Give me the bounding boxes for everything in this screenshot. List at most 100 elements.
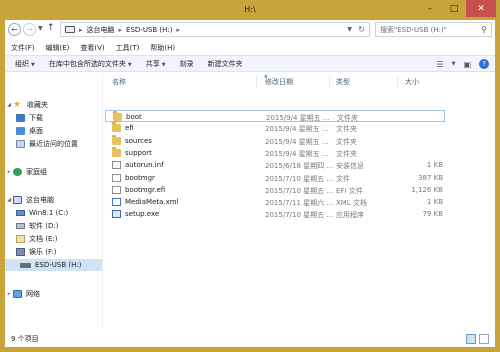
file-row[interactable]: setup.exe 2015/7/10 星期五 ... 应用程序 79 KB — [105, 208, 445, 220]
downloads-folder-icon — [16, 114, 25, 122]
explorer-window: ← → ▼ ↑ ▸ 这台电脑 ▸ ESD-USB (H:) ▸ ▼ ↻ 搜索"E… — [5, 20, 495, 347]
change-view-icon[interactable]: ☰ — [436, 60, 443, 69]
maximize-button[interactable]: □ — [442, 0, 466, 17]
star-icon: ★ — [13, 100, 22, 110]
xml-file-icon — [112, 198, 121, 207]
expand-caret-icon[interactable]: ▸ — [5, 169, 13, 175]
breadcrumb-drive[interactable]: ESD-USB (H:) — [126, 26, 172, 34]
menu-file[interactable]: 文件(F) — [11, 43, 35, 53]
breadcrumb-this-pc[interactable]: 这台电脑 — [87, 25, 115, 35]
address-history-chevron-icon[interactable]: ▼ — [347, 26, 352, 33]
breadcrumb-separator-icon[interactable]: ▸ — [177, 26, 181, 34]
title-bar: H:\ – □ ✕ — [0, 0, 500, 20]
details-view-icon[interactable] — [466, 334, 476, 344]
sidebar-item-desktop[interactable]: 桌面 — [16, 125, 43, 137]
search-icon: ⚲ — [481, 25, 487, 34]
column-header-date[interactable]: 修改日期 — [265, 77, 293, 89]
file-row[interactable]: autorun.inf 2015/6/18 星期四 ... 安装信息 1 KB — [105, 159, 445, 171]
documents-drive-icon — [16, 235, 25, 243]
file-row[interactable]: bootmgr.efi 2015/7/10 星期五 ... EFI 文件 1,126 … — [105, 184, 445, 196]
navigation-bar: ← → ▼ ↑ ▸ 这台电脑 ▸ ESD-USB (H:) ▸ ▼ ↻ 搜索"E… — [5, 20, 495, 39]
close-button[interactable]: ✕ — [466, 0, 496, 17]
folder-icon — [112, 134, 121, 145]
large-icons-view-icon[interactable] — [479, 334, 489, 344]
menu-help[interactable]: 帮助(H) — [150, 43, 175, 53]
homegroup-icon — [13, 168, 22, 176]
file-name: bootmgr.efi — [125, 185, 166, 194]
command-bar: 组织 ▼ 在库中包含所选的文件夹 ▼ 共享 ▼ 刻录 新建文件夹 ☰ ▼ ▣ ? — [5, 55, 495, 72]
drive-icon — [16, 223, 25, 229]
file-name: autorun.inf — [125, 161, 164, 170]
menu-tools[interactable]: 工具(T) — [116, 43, 140, 53]
sidebar-item-drive-h[interactable]: ESD-USB (H:) — [5, 259, 102, 271]
include-in-library-label: 在库中包含所选的文件夹 — [48, 59, 126, 68]
sidebar-item-drive-c[interactable]: Win8.1 (C:) — [16, 207, 68, 219]
sidebar-item-downloads[interactable]: 下载 — [16, 112, 43, 124]
expand-caret-icon[interactable]: ▸ — [5, 291, 13, 297]
sidebar-item-this-pc[interactable]: ◢ 这台电脑 — [5, 194, 54, 206]
breadcrumb-separator-icon[interactable]: ▸ — [119, 26, 123, 34]
file-type: 文件夹 — [336, 149, 357, 158]
column-divider[interactable] — [397, 76, 398, 88]
file-type: 安装信息 — [336, 162, 364, 171]
network-icon — [13, 290, 22, 298]
sidebar-label-network: 网络 — [26, 290, 40, 298]
file-name: bootmgr — [125, 173, 155, 182]
menu-edit[interactable]: 编辑(E) — [46, 43, 70, 53]
sidebar-item-drive-d[interactable]: 软件 (D:) — [16, 220, 58, 232]
file-row[interactable]: support 2015/9/4 星期五 ... 文件夹 — [105, 146, 445, 159]
help-icon[interactable]: ? — [479, 59, 489, 69]
address-bar[interactable]: ▸ 这台电脑 ▸ ESD-USB (H:) ▸ ▼ ↻ — [60, 22, 370, 37]
column-header-type[interactable]: 类型 — [336, 77, 350, 89]
sidebar-label-drive-e: 文档 (E:) — [29, 235, 58, 243]
include-in-library-button[interactable]: 在库中包含所选的文件夹 ▼ — [49, 59, 132, 69]
view-switcher — [466, 334, 489, 344]
minimize-button[interactable]: – — [418, 0, 442, 17]
refresh-icon[interactable]: ↻ — [358, 25, 365, 34]
search-input[interactable]: 搜索"ESD-USB (H:)" ⚲ — [375, 22, 492, 37]
file-row[interactable]: sources 2015/9/4 星期五 ... 文件夹 — [105, 134, 445, 147]
recent-locations-chevron-icon[interactable]: ▼ — [38, 25, 43, 32]
file-name: boot — [126, 113, 142, 121]
column-divider[interactable] — [256, 76, 257, 88]
burn-button[interactable]: 刻录 — [180, 59, 194, 69]
file-row[interactable]: bootmgr 2015/7/10 星期五 ... 文件 387 KB — [105, 172, 445, 184]
video-drive-icon — [16, 248, 25, 256]
back-button[interactable]: ← — [8, 23, 21, 36]
sidebar-label-homegroup: 家庭组 — [26, 168, 47, 176]
share-button[interactable]: 共享 ▼ — [146, 59, 166, 69]
up-arrow-icon[interactable]: ↑ — [47, 23, 55, 33]
expand-caret-icon[interactable]: ◢ — [5, 197, 13, 203]
file-row[interactable]: boot 2015/9/4 星期五 ... 文件夹 — [105, 110, 445, 122]
preview-pane-icon[interactable]: ▣ — [463, 60, 471, 69]
sidebar-item-drive-f[interactable]: 娱乐 (F:) — [16, 246, 57, 258]
sidebar-item-network[interactable]: ▸ 网络 — [5, 288, 40, 300]
sidebar-item-drive-e[interactable]: 文档 (E:) — [16, 233, 57, 245]
window-frame-right — [495, 20, 500, 352]
expand-caret-icon[interactable]: ◢ — [5, 102, 13, 108]
search-placeholder: 搜索"ESD-USB (H:)" — [380, 25, 447, 34]
sidebar-label-drive-f: 娱乐 (F:) — [29, 248, 57, 256]
file-type: 文件夹 — [336, 125, 357, 134]
file-date: 2015/9/4 星期五 ... — [265, 149, 329, 158]
new-folder-button[interactable]: 新建文件夹 — [208, 59, 243, 69]
file-row[interactable]: MediaMeta.xml 2015/7/11 星期六 ... XML 文档 1 KB — [105, 196, 445, 208]
sidebar-item-homegroup[interactable]: ▸ 家庭组 — [5, 166, 47, 178]
file-type: 文件夹 — [336, 137, 357, 146]
sidebar-item-recent[interactable]: 最近访问的位置 — [16, 138, 78, 150]
column-header-size[interactable]: 大小 — [405, 77, 419, 89]
organize-button[interactable]: 组织 ▼ — [15, 59, 35, 69]
recent-places-icon — [16, 140, 25, 148]
sidebar-item-favorites[interactable]: ◢ ★ 收藏夹 — [5, 99, 48, 111]
file-row[interactable]: efi 2015/9/4 星期五 ... 文件夹 — [105, 122, 445, 134]
file-name: sources — [125, 136, 152, 145]
view-options-chevron-icon[interactable]: ▼ — [452, 61, 456, 67]
file-name: MediaMeta.xml — [125, 198, 179, 207]
forward-button[interactable]: → — [23, 23, 36, 36]
column-header-name[interactable]: 名称 — [112, 77, 126, 89]
menu-view[interactable]: 查看(V) — [80, 43, 104, 53]
folder-icon — [112, 122, 121, 133]
file-icon — [112, 173, 121, 182]
breadcrumb-separator-icon[interactable]: ▸ — [79, 26, 83, 34]
column-divider[interactable] — [329, 76, 330, 88]
